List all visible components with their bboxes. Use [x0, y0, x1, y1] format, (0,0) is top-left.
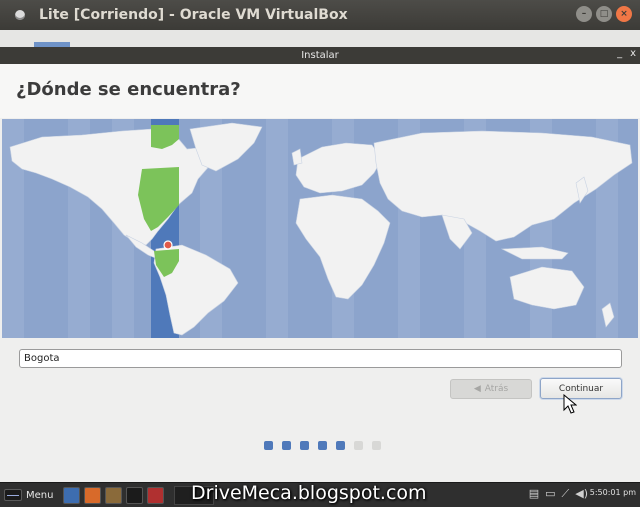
close-icon[interactable]: × — [616, 6, 632, 22]
location-input[interactable] — [19, 349, 622, 368]
system-tray: ▤ ▭ ⟋ ◀) — [529, 487, 588, 501]
indonesia-landmass — [500, 246, 569, 260]
taskbar-clock[interactable]: 5:50:01 pm — [590, 488, 636, 497]
installer-content: ¿Dónde se encuentra? Bogota ◀ Atrás Cont… — [0, 64, 640, 482]
progress-step-dot — [264, 441, 273, 450]
progress-step-dot — [354, 441, 363, 450]
africa-landmass — [295, 194, 391, 300]
back-arrow-icon: ◀ — [473, 384, 481, 394]
page-title: ¿Dónde se encuentra? — [16, 79, 241, 100]
installer-window-controls: _ x — [617, 48, 636, 59]
progress-indicator — [264, 441, 381, 450]
guest-desktop-strip — [0, 30, 640, 47]
progress-step-dot — [300, 441, 309, 450]
europe-landmass — [295, 142, 383, 194]
location-pin-icon — [163, 240, 173, 250]
minimize-icon[interactable]: – — [576, 6, 592, 22]
terminal-icon[interactable] — [126, 486, 144, 504]
media-icon[interactable] — [147, 486, 165, 504]
progress-step-dot — [372, 441, 381, 450]
timezone-map[interactable] — [2, 119, 638, 338]
keyboard-icon[interactable]: ▤ — [529, 487, 539, 501]
progress-step-dot — [318, 441, 327, 450]
menu-icon — [4, 489, 22, 501]
volume-icon[interactable]: ◀) — [575, 487, 588, 501]
host-window-controls: – □ × — [576, 6, 632, 22]
progress-step-dot — [282, 441, 291, 450]
mouse-cursor-icon — [563, 394, 577, 414]
taskbar-menu-button[interactable]: Menu — [4, 489, 53, 501]
back-button[interactable]: ◀ Atrás — [450, 379, 532, 399]
virtualbox-app-icon — [15, 10, 25, 20]
battery-icon[interactable]: ▭ — [545, 487, 555, 501]
watermark-text: DriveMeca.blogspot.com — [191, 482, 427, 504]
host-title-bar: Lite [Corriendo] - Oracle VM VirtualBox … — [0, 0, 640, 30]
host-window-title: Lite [Corriendo] - Oracle VM VirtualBox — [39, 7, 348, 23]
firefox-icon[interactable] — [84, 486, 102, 504]
installer-window-title: Instalar — [301, 50, 339, 61]
taskbar-launchers — [63, 486, 165, 504]
australia-landmass — [509, 266, 585, 310]
continue-button-label: Continuar — [558, 383, 604, 394]
network-icon[interactable]: ⟋ — [562, 487, 570, 501]
continue-button[interactable]: Continuar — [540, 378, 622, 399]
taskbar-menu-label: Menu — [26, 489, 54, 501]
installer-close-icon[interactable]: x — [630, 48, 636, 59]
installer-minimize-icon[interactable]: _ — [617, 48, 622, 59]
uk-landmass — [291, 148, 303, 166]
progress-step-dot — [336, 441, 345, 450]
maximize-icon[interactable]: □ — [596, 6, 612, 22]
installer-title-bar: Instalar _ x — [0, 47, 640, 64]
page-header: ¿Dónde se encuentra? — [0, 64, 640, 118]
file-manager-icon[interactable] — [63, 486, 81, 504]
package-icon[interactable] — [105, 486, 123, 504]
north-america-landmass — [9, 128, 213, 246]
back-button-label: Atrás — [484, 384, 509, 394]
